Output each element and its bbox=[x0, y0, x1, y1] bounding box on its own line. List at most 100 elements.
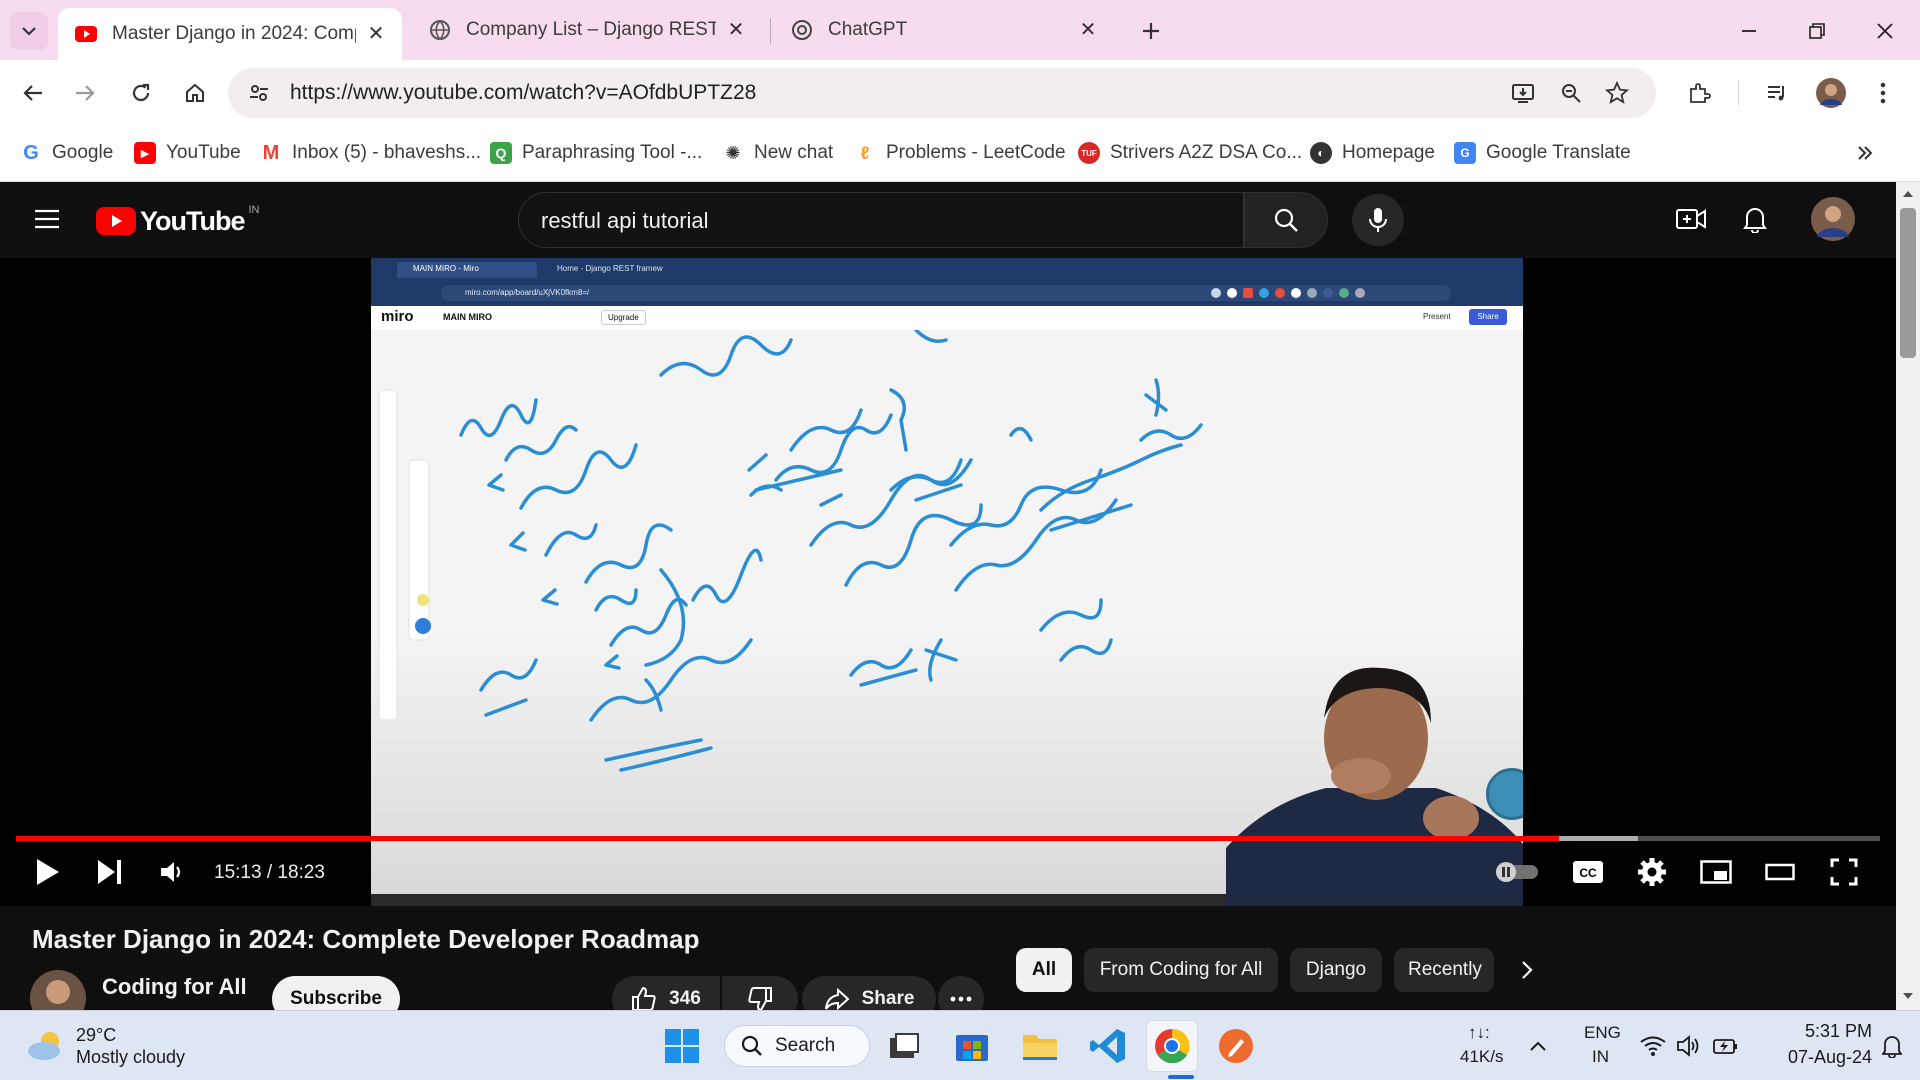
drawing-app[interactable] bbox=[1210, 1020, 1262, 1072]
page-scrollbar[interactable] bbox=[1896, 182, 1920, 1010]
youtube-logo[interactable]: YouTube IN bbox=[96, 204, 259, 238]
chrome-app[interactable] bbox=[1146, 1020, 1198, 1072]
bookmark-leetcode[interactable]: ℓ Problems - LeetCode bbox=[854, 138, 1066, 168]
task-view-button[interactable] bbox=[878, 1020, 930, 1072]
show-hidden-icons-button[interactable] bbox=[1518, 1020, 1558, 1072]
bookmark-homepage[interactable]: ◐ Homepage bbox=[1310, 138, 1435, 168]
minimize-button[interactable] bbox=[1730, 12, 1768, 50]
play-button[interactable] bbox=[28, 848, 68, 896]
notifications-button[interactable] bbox=[1736, 200, 1774, 238]
close-tab-icon[interactable]: ✕ bbox=[726, 20, 746, 40]
address-bar[interactable]: https://www.youtube.com/watch?v=AOfdbUPT… bbox=[228, 68, 1656, 118]
chrome-icon bbox=[1155, 1028, 1190, 1064]
taskbar-search-label: Search bbox=[775, 1035, 836, 1056]
account-button[interactable] bbox=[1810, 196, 1856, 242]
presenter-webcam-overlay bbox=[1226, 667, 1523, 906]
gmail-icon: M bbox=[262, 141, 280, 164]
progress-bar[interactable] bbox=[16, 836, 1880, 841]
language-indicator[interactable]: ENG IN bbox=[1576, 1021, 1632, 1071]
microsoft-store-app[interactable] bbox=[946, 1020, 998, 1072]
fullscreen-button[interactable] bbox=[1824, 848, 1864, 896]
install-app-button[interactable] bbox=[1504, 74, 1542, 112]
close-window-button[interactable] bbox=[1866, 12, 1904, 50]
back-button[interactable] bbox=[14, 74, 52, 112]
reload-button[interactable] bbox=[122, 74, 160, 112]
bookmark-inbox[interactable]: M Inbox (5) - bhaveshs... bbox=[260, 138, 481, 168]
chip-from-channel[interactable]: From Coding for All bbox=[1084, 948, 1278, 992]
subtitles-button[interactable]: CC bbox=[1568, 848, 1608, 896]
vscode-app[interactable] bbox=[1082, 1020, 1134, 1072]
bookmark-youtube[interactable]: ▶ YouTube bbox=[134, 138, 241, 168]
like-count: 346 bbox=[669, 988, 701, 1009]
bookmark-label: Paraphrasing Tool -... bbox=[522, 142, 703, 163]
like-button[interactable]: 346 bbox=[612, 976, 720, 1010]
watch-metadata: Master Django in 2024: Complete Develope… bbox=[0, 906, 1896, 1010]
system-tray-status[interactable] bbox=[1640, 1029, 1750, 1063]
dislike-button[interactable] bbox=[722, 976, 798, 1010]
forward-arrow-icon bbox=[76, 85, 95, 101]
browser-tab[interactable]: Master Django in 2024: Comple ✕ bbox=[58, 8, 402, 60]
miniplayer-button[interactable] bbox=[1696, 848, 1736, 896]
close-tab-icon[interactable]: ✕ bbox=[1078, 20, 1098, 40]
subscribe-button[interactable]: Subscribe bbox=[272, 976, 400, 1010]
bookmark-star-button[interactable] bbox=[1598, 74, 1636, 112]
bookmark-strivers[interactable]: TUF Strivers A2Z DSA Co... bbox=[1078, 138, 1302, 168]
more-bookmarks-button[interactable] bbox=[1856, 138, 1874, 168]
chrome-menu-button[interactable] bbox=[1864, 74, 1902, 112]
chevron-down-icon bbox=[22, 27, 36, 36]
channel-name[interactable]: Coding for All bbox=[102, 974, 247, 1000]
voice-search-button[interactable] bbox=[1352, 194, 1404, 246]
new-tab-button[interactable] bbox=[1132, 12, 1170, 50]
scroll-up-arrow-icon[interactable] bbox=[1902, 190, 1914, 198]
forward-button[interactable] bbox=[66, 74, 104, 112]
share-button[interactable]: Share bbox=[802, 976, 936, 1010]
bookmark-new-chat[interactable]: ✺ New chat bbox=[722, 138, 833, 168]
home-button[interactable] bbox=[176, 74, 214, 112]
scroll-down-arrow-icon[interactable] bbox=[1902, 992, 1914, 1000]
file-explorer-app[interactable] bbox=[1014, 1020, 1066, 1072]
browser-tab[interactable]: Company List – Django REST fra ✕ bbox=[412, 8, 762, 52]
close-tab-icon[interactable]: ✕ bbox=[366, 24, 386, 44]
notifications-center-button[interactable] bbox=[1872, 1020, 1912, 1072]
plus-icon bbox=[1143, 23, 1159, 39]
region-code: IN bbox=[1592, 1047, 1609, 1066]
video-player[interactable]: MAIN MIRO - Miro Home - Django REST fram… bbox=[0, 258, 1896, 906]
media-control-button[interactable] bbox=[1758, 74, 1796, 112]
next-button[interactable] bbox=[90, 848, 130, 896]
more-actions-button[interactable] bbox=[938, 976, 984, 1010]
zoom-button[interactable] bbox=[1552, 74, 1590, 112]
browser-tab[interactable]: ChatGPT ✕ bbox=[774, 8, 1114, 52]
channel-avatar[interactable] bbox=[30, 970, 86, 1010]
start-button[interactable] bbox=[656, 1020, 708, 1072]
autoplay-toggle[interactable] bbox=[1492, 848, 1542, 896]
video-frame[interactable]: MAIN MIRO - Miro Home - Django REST fram… bbox=[371, 258, 1523, 906]
scrollbar-thumb[interactable] bbox=[1900, 208, 1916, 358]
mute-button[interactable] bbox=[152, 848, 192, 896]
search-button[interactable] bbox=[1244, 192, 1328, 248]
bookmark-paraphrasing[interactable]: Q Paraphrasing Tool -... bbox=[490, 138, 702, 168]
theater-mode-button[interactable] bbox=[1760, 848, 1800, 896]
weather-widget[interactable]: 29°C Mostly cloudy bbox=[24, 1021, 224, 1073]
create-button[interactable] bbox=[1672, 200, 1710, 238]
url-text: https://www.youtube.com/watch?v=AOfdbUPT… bbox=[290, 81, 757, 104]
chip-django[interactable]: Django bbox=[1290, 948, 1382, 992]
search-input[interactable]: restful api tutorial bbox=[518, 192, 1244, 248]
tab-search-button[interactable] bbox=[10, 12, 48, 50]
chips-next-button[interactable] bbox=[1498, 946, 1556, 994]
subscribe-label: Subscribe bbox=[290, 988, 382, 1009]
extensions-button[interactable] bbox=[1680, 74, 1718, 112]
site-info-button[interactable] bbox=[240, 74, 278, 112]
bookmark-translate[interactable]: G Google Translate bbox=[1454, 138, 1631, 168]
clock[interactable]: 5:31 PM 07-Aug-24 bbox=[1760, 1019, 1872, 1073]
bookmark-label: YouTube bbox=[166, 142, 241, 163]
profile-button[interactable] bbox=[1812, 74, 1850, 112]
network-speed[interactable]: ↑↓: 41K/s bbox=[1458, 1021, 1510, 1071]
weather-description: Mostly cloudy bbox=[76, 1047, 186, 1067]
chip-recently[interactable]: Recently bbox=[1394, 948, 1494, 992]
bookmark-google[interactable]: G Google bbox=[20, 138, 113, 168]
guide-menu-button[interactable] bbox=[28, 200, 66, 238]
settings-button[interactable] bbox=[1632, 848, 1672, 896]
chip-all[interactable]: All bbox=[1016, 948, 1072, 992]
restore-button[interactable] bbox=[1798, 12, 1836, 50]
taskbar-search[interactable]: Search bbox=[724, 1025, 870, 1067]
